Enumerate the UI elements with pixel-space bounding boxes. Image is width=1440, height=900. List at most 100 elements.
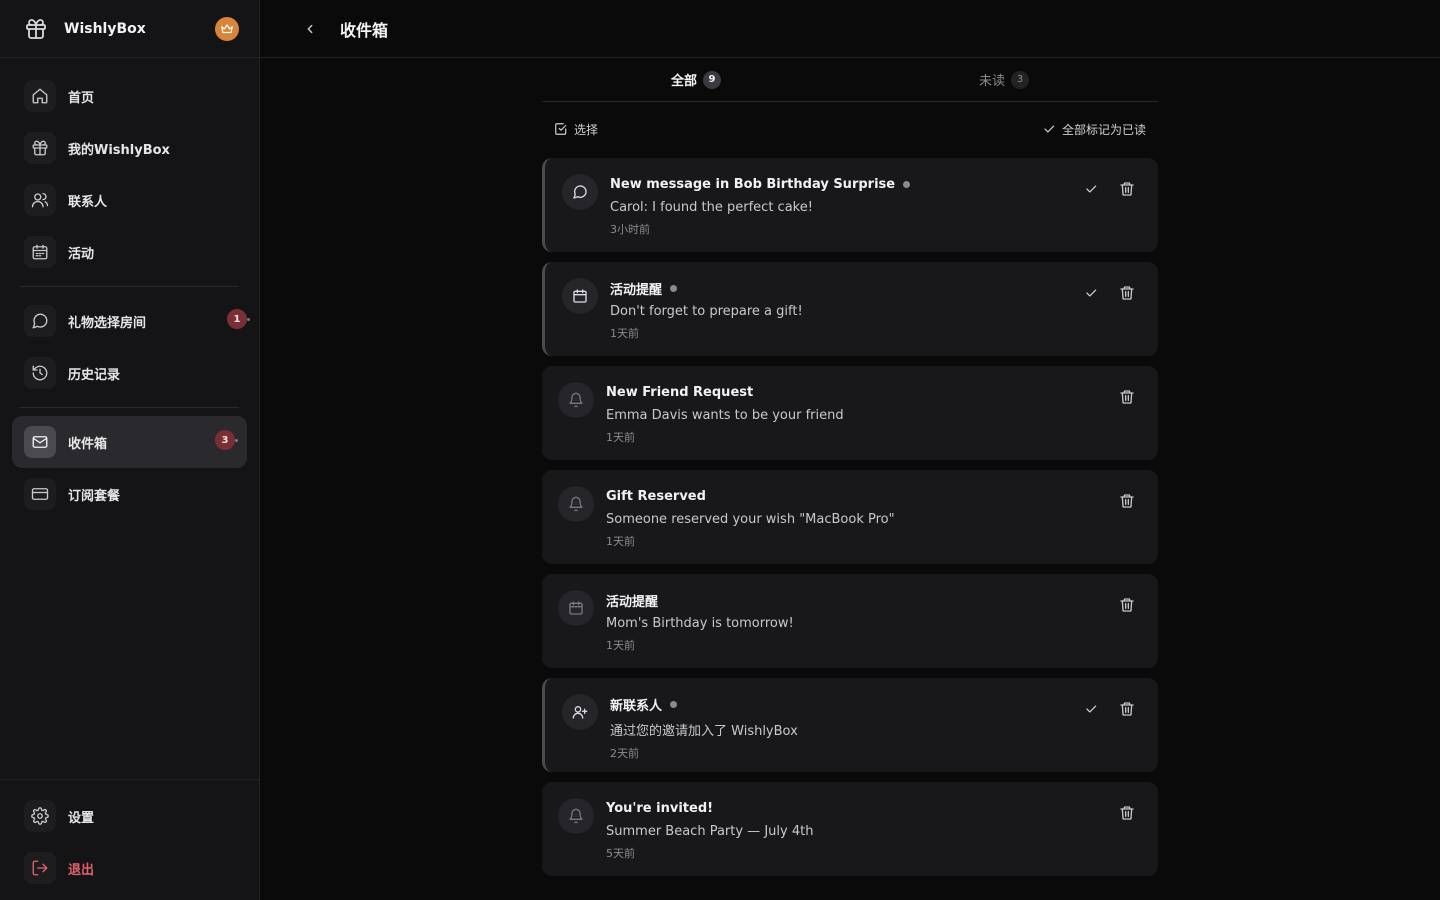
bell-icon <box>558 486 594 522</box>
sidebar-item-contacts[interactable]: 联系人 <box>0 174 259 226</box>
notification-item[interactable]: You're invited! Summer Beach Party — Jul… <box>542 782 1158 876</box>
notification-body: 活动提醒 Don't forget to prepare a gift! 1天前 <box>610 276 803 356</box>
notification-time: 1天前 <box>606 535 635 548</box>
notification-item[interactable]: New Friend Request Emma Davis wants to b… <box>542 366 1158 460</box>
trash-icon[interactable] <box>1118 180 1136 198</box>
sidebar: WishlyBox 首页 我的WishlyBox 联系人 活动 礼物选择房间 1 <box>0 0 260 900</box>
notification-title: 活动提醒 <box>606 594 659 610</box>
premium-crown-icon[interactable] <box>215 17 239 41</box>
sidebar-divider <box>20 407 239 408</box>
notification-body: 活动提醒 Mom's Birthday is tomorrow! 1天前 <box>606 588 794 668</box>
trash-icon[interactable] <box>1118 388 1136 406</box>
tab-count-badge: 3 <box>1011 70 1029 89</box>
notification-title-row: You're invited! <box>606 800 813 816</box>
sidebar-item-events[interactable]: 活动 <box>0 226 259 278</box>
inbox-tabs: 全部 9 未读 3 <box>542 58 1158 102</box>
notification-message: Someone reserved your wish "MacBook Pro" <box>606 512 895 527</box>
tab-all[interactable]: 全部 9 <box>542 58 850 101</box>
sidebar-item-logout[interactable]: 退出 <box>0 842 259 894</box>
sidebar-nav: 首页 我的WishlyBox 联系人 活动 礼物选择房间 1 历史记录 收件箱 <box>0 58 259 520</box>
credit-card-icon <box>24 478 56 510</box>
mark-all-read-button[interactable]: 全部标记为已读 <box>1042 121 1146 138</box>
notification-title-row: New message in Bob Birthday Surprise <box>610 176 911 192</box>
notification-title-row: 活动提醒 <box>610 280 803 298</box>
sidebar-item-label: 活动 <box>68 246 95 262</box>
notification-body: New message in Bob Birthday Surprise Car… <box>610 172 911 252</box>
notification-time: 1天前 <box>610 327 639 340</box>
notification-time: 3小时前 <box>610 223 650 236</box>
notification-time: 1天前 <box>606 639 635 652</box>
select-label: 选择 <box>574 122 599 137</box>
sidebar-item-gift-rooms[interactable]: 礼物选择房间 1 <box>0 295 259 347</box>
notification-time: 5天前 <box>606 847 635 860</box>
badge-dot <box>235 439 238 442</box>
notification-actions <box>1118 804 1136 822</box>
notification-title-row: New Friend Request <box>606 384 844 400</box>
gear-icon <box>24 800 56 832</box>
sidebar-item-label: 联系人 <box>68 194 108 210</box>
notification-actions <box>1118 492 1136 510</box>
notification-item[interactable]: 新联系人 通过您的邀请加入了 WishlyBox 2天前 <box>542 678 1158 772</box>
notification-title: Gift Reserved <box>606 488 706 504</box>
notification-body: New Friend Request Emma Davis wants to b… <box>606 380 844 460</box>
notification-body: Gift Reserved Someone reserved your wish… <box>606 484 895 564</box>
notification-item[interactable]: New message in Bob Birthday Surprise Car… <box>542 158 1158 252</box>
notification-message: Don't forget to prepare a gift! <box>610 304 803 319</box>
sidebar-item-settings[interactable]: 设置 <box>0 790 259 842</box>
mark-read-check-icon[interactable] <box>1082 180 1100 198</box>
notification-title-row: 活动提醒 <box>606 592 794 610</box>
notification-time: 2天前 <box>610 747 639 760</box>
tab-count-badge: 9 <box>703 70 721 89</box>
notification-message: Carol: I found the perfect cake! <box>610 200 813 215</box>
calendar-icon <box>24 236 56 268</box>
trash-icon[interactable] <box>1118 700 1136 718</box>
notification-actions <box>1118 596 1136 614</box>
trash-icon[interactable] <box>1118 284 1136 302</box>
notification-item[interactable]: 活动提醒 Mom's Birthday is tomorrow! 1天前 <box>542 574 1158 668</box>
notification-title: 活动提醒 <box>610 282 663 298</box>
sidebar-item-inbox[interactable]: 收件箱 3 <box>12 416 247 468</box>
trash-icon[interactable] <box>1118 596 1136 614</box>
select-button[interactable]: 选择 <box>554 121 598 138</box>
unread-dot <box>670 284 678 292</box>
sidebar-item-subscription[interactable]: 订阅套餐 <box>0 468 259 520</box>
sidebar-item-label: 收件箱 <box>68 436 108 452</box>
sidebar-item-history[interactable]: 历史记录 <box>0 347 259 399</box>
mail-icon <box>24 426 56 458</box>
back-chevron-icon[interactable] <box>300 19 320 39</box>
unread-count-badge: 1 <box>227 309 250 329</box>
trash-icon[interactable] <box>1118 804 1136 822</box>
unread-count-badge: 3 <box>215 430 238 450</box>
sidebar-divider <box>20 286 239 287</box>
notification-item[interactable]: Gift Reserved Someone reserved your wish… <box>542 470 1158 564</box>
notification-body: You're invited! Summer Beach Party — Jul… <box>606 796 813 876</box>
mark-read-check-icon[interactable] <box>1082 284 1100 302</box>
check-icon <box>1042 122 1056 136</box>
gift-icon <box>24 132 56 164</box>
notification-body: 新联系人 通过您的邀请加入了 WishlyBox 2天前 <box>610 692 798 772</box>
sidebar-item-my-wishlybox[interactable]: 我的WishlyBox <box>0 122 259 174</box>
badge-count: 3 <box>221 434 229 446</box>
tab-unread[interactable]: 未读 3 <box>850 58 1158 101</box>
trash-icon[interactable] <box>1118 492 1136 510</box>
sidebar-item-home[interactable]: 首页 <box>0 70 259 122</box>
notification-list: New message in Bob Birthday Surprise Car… <box>542 158 1158 876</box>
brand-header: WishlyBox <box>0 0 259 58</box>
bell-icon <box>558 798 594 834</box>
sidebar-item-label: 我的WishlyBox <box>68 142 170 158</box>
notification-title-row: Gift Reserved <box>606 488 895 504</box>
sidebar-item-label: 首页 <box>68 90 95 106</box>
badge-dot <box>247 318 250 321</box>
gift-logo-icon <box>24 17 48 41</box>
notification-message: Mom's Birthday is tomorrow! <box>606 616 794 631</box>
checkbox-icon <box>554 122 568 136</box>
notification-title-row: 新联系人 <box>610 696 798 714</box>
page-title: 收件箱 <box>340 20 389 40</box>
bell-icon <box>558 382 594 418</box>
notification-item[interactable]: 活动提醒 Don't forget to prepare a gift! 1天前 <box>542 262 1158 356</box>
notification-message: 通过您的邀请加入了 WishlyBox <box>610 724 798 739</box>
app-name: WishlyBox <box>64 20 146 37</box>
mark-all-read-label: 全部标记为已读 <box>1061 122 1146 137</box>
mark-read-check-icon[interactable] <box>1082 700 1100 718</box>
badge-count: 1 <box>233 313 241 325</box>
